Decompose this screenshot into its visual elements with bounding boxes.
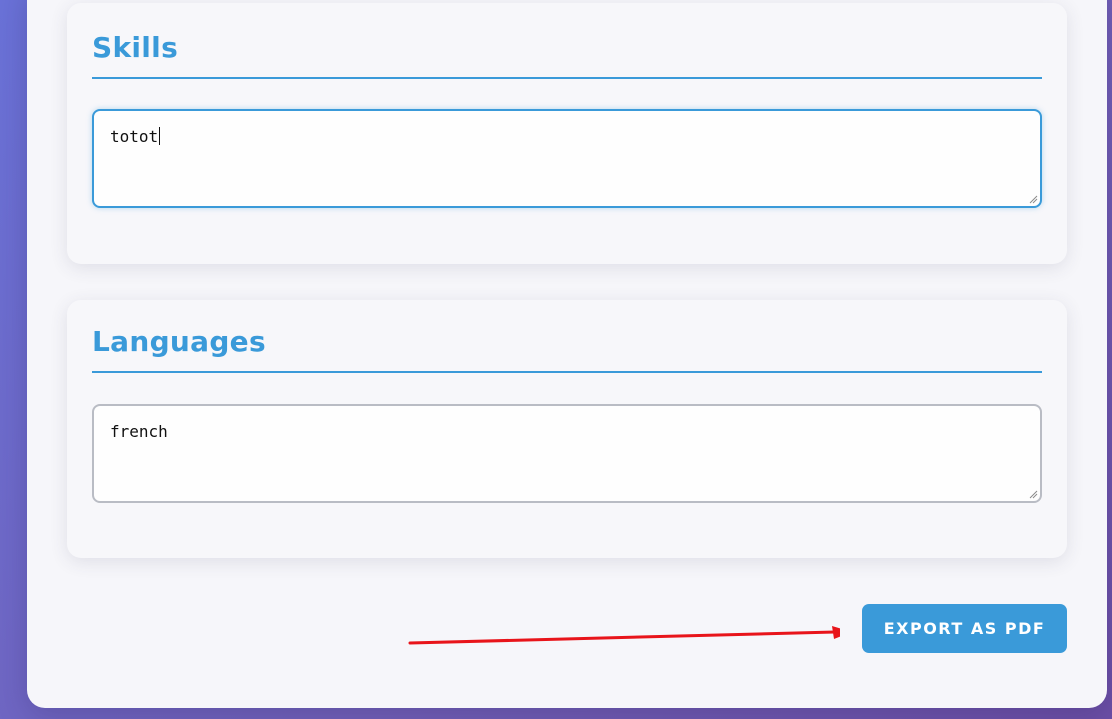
skills-section: Skills totot: [67, 3, 1067, 264]
languages-title: Languages: [92, 325, 266, 358]
skills-textarea-value: totot: [110, 127, 159, 146]
languages-textarea[interactable]: french: [92, 404, 1042, 503]
resize-grip-icon[interactable]: [1028, 489, 1038, 499]
languages-section: Languages french: [67, 300, 1067, 558]
text-caret: [159, 127, 161, 145]
skills-textarea[interactable]: totot: [92, 109, 1042, 208]
skills-title: Skills: [92, 31, 179, 64]
languages-title-divider: [92, 371, 1042, 373]
annotation-arrow-icon: [408, 626, 840, 645]
languages-textarea-value: french: [110, 422, 168, 441]
export-pdf-button[interactable]: EXPORT AS PDF: [862, 604, 1067, 653]
resize-grip-icon[interactable]: [1028, 194, 1038, 204]
form-card: Skills totot Languages french EXPORT AS …: [27, 0, 1107, 708]
skills-title-divider: [92, 77, 1042, 79]
